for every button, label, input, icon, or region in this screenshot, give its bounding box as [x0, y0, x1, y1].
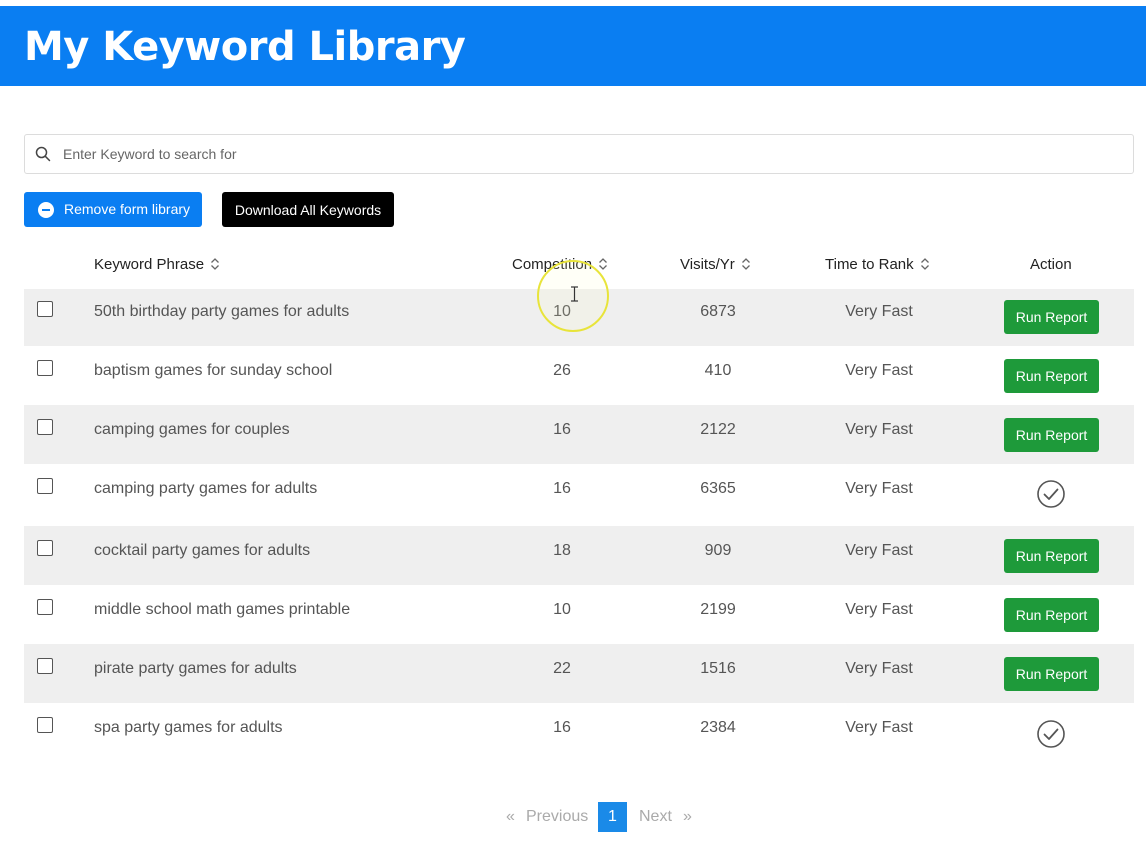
competition-cell: 18: [553, 542, 571, 559]
table-row: middle school math games printable 10 21…: [24, 585, 1134, 644]
search-icon: [35, 146, 51, 162]
table-row: camping games for couples 16 2122 Very F…: [24, 405, 1134, 464]
column-header-time-to-rank[interactable]: Time to Rank: [825, 256, 930, 274]
download-all-keywords-button[interactable]: Download All Keywords: [222, 192, 394, 227]
run-report-button[interactable]: Run Report: [1004, 418, 1099, 452]
table-row: cocktail party games for adults 18 909 V…: [24, 526, 1134, 585]
visits-cell: 6873: [700, 303, 736, 320]
time-to-rank-cell: Very Fast: [845, 480, 913, 497]
keyword-cell: camping games for couples: [94, 421, 290, 438]
table-row: spa party games for adults 16 2384 Very …: [24, 703, 1134, 765]
row-checkbox[interactable]: [37, 419, 53, 435]
check-circle-icon: [1037, 480, 1065, 508]
sort-icon: [741, 258, 750, 270]
time-to-rank-cell: Very Fast: [845, 421, 913, 438]
row-checkbox[interactable]: [37, 658, 53, 674]
time-to-rank-cell: Very Fast: [845, 601, 913, 618]
search-input[interactable]: [63, 141, 1123, 167]
visits-cell: 909: [704, 542, 732, 559]
run-report-button[interactable]: Run Report: [1004, 359, 1099, 393]
column-header-action: Action: [1030, 256, 1072, 273]
keyword-cell: spa party games for adults: [94, 719, 283, 736]
run-report-button[interactable]: Run Report: [1004, 539, 1099, 573]
row-checkbox[interactable]: [37, 540, 53, 556]
visits-cell: 2199: [700, 601, 736, 618]
row-checkbox[interactable]: [37, 478, 53, 494]
prev-arrow[interactable]: «: [506, 802, 515, 832]
next-arrow[interactable]: »: [683, 802, 692, 832]
competition-cell: 16: [553, 480, 571, 497]
time-to-rank-cell: Very Fast: [845, 660, 913, 677]
search-box[interactable]: [24, 134, 1134, 174]
remove-from-library-button[interactable]: Remove form library: [24, 192, 202, 227]
time-to-rank-cell: Very Fast: [845, 719, 913, 736]
table-row: baptism games for sunday school 26 410 V…: [24, 346, 1134, 405]
run-report-button[interactable]: Run Report: [1004, 300, 1099, 334]
keyword-cell: middle school math games printable: [94, 601, 351, 618]
next-page-link[interactable]: Next: [639, 802, 672, 832]
visits-cell: 2122: [700, 421, 736, 438]
competition-cell: 26: [553, 362, 571, 379]
visits-cell: 1516: [700, 660, 736, 677]
row-checkbox[interactable]: [37, 301, 53, 317]
remove-button-label: Remove form library: [64, 201, 191, 217]
competition-cell: 10: [553, 601, 571, 618]
time-to-rank-cell: Very Fast: [845, 362, 913, 379]
text-cursor-icon: [571, 286, 578, 302]
visits-cell: 2384: [700, 719, 736, 736]
table-row: pirate party games for adults 22 1516 Ve…: [24, 644, 1134, 703]
page-title: My Keyword Library: [24, 24, 466, 70]
minus-circle-icon: [38, 202, 54, 218]
column-header-keyword[interactable]: Keyword Phrase: [94, 256, 220, 274]
page-header: My Keyword Library: [0, 6, 1146, 86]
run-report-button[interactable]: Run Report: [1004, 657, 1099, 691]
table-row: camping party games for adults 16 6365 V…: [24, 464, 1134, 526]
keyword-cell: camping party games for adults: [94, 480, 318, 497]
check-circle-icon: [1037, 720, 1065, 748]
row-checkbox[interactable]: [37, 599, 53, 615]
time-to-rank-cell: Very Fast: [845, 542, 913, 559]
keyword-cell: baptism games for sunday school: [94, 362, 333, 379]
keyword-cell: 50th birthday party games for adults: [94, 303, 350, 320]
sort-icon: [211, 258, 220, 270]
sort-icon: [599, 258, 608, 270]
keyword-cell: cocktail party games for adults: [94, 542, 311, 559]
row-checkbox[interactable]: [37, 717, 53, 733]
visits-cell: 6365: [700, 480, 736, 497]
column-header-label: Keyword Phrase: [94, 256, 205, 273]
keyword-cell: pirate party games for adults: [94, 660, 297, 677]
competition-cell: 16: [553, 421, 571, 438]
column-header-label: Visits/Yr: [680, 256, 735, 273]
row-checkbox[interactable]: [37, 360, 53, 376]
column-header-visits[interactable]: Visits/Yr: [680, 256, 751, 274]
competition-cell: 22: [553, 660, 571, 677]
column-header-label: Time to Rank: [825, 256, 914, 273]
competition-cell: 16: [553, 719, 571, 736]
run-report-button[interactable]: Run Report: [1004, 598, 1099, 632]
sort-icon: [920, 258, 929, 270]
visits-cell: 410: [704, 362, 732, 379]
previous-page-link[interactable]: Previous: [526, 802, 588, 832]
current-page[interactable]: 1: [598, 802, 627, 832]
time-to-rank-cell: Very Fast: [845, 303, 913, 320]
